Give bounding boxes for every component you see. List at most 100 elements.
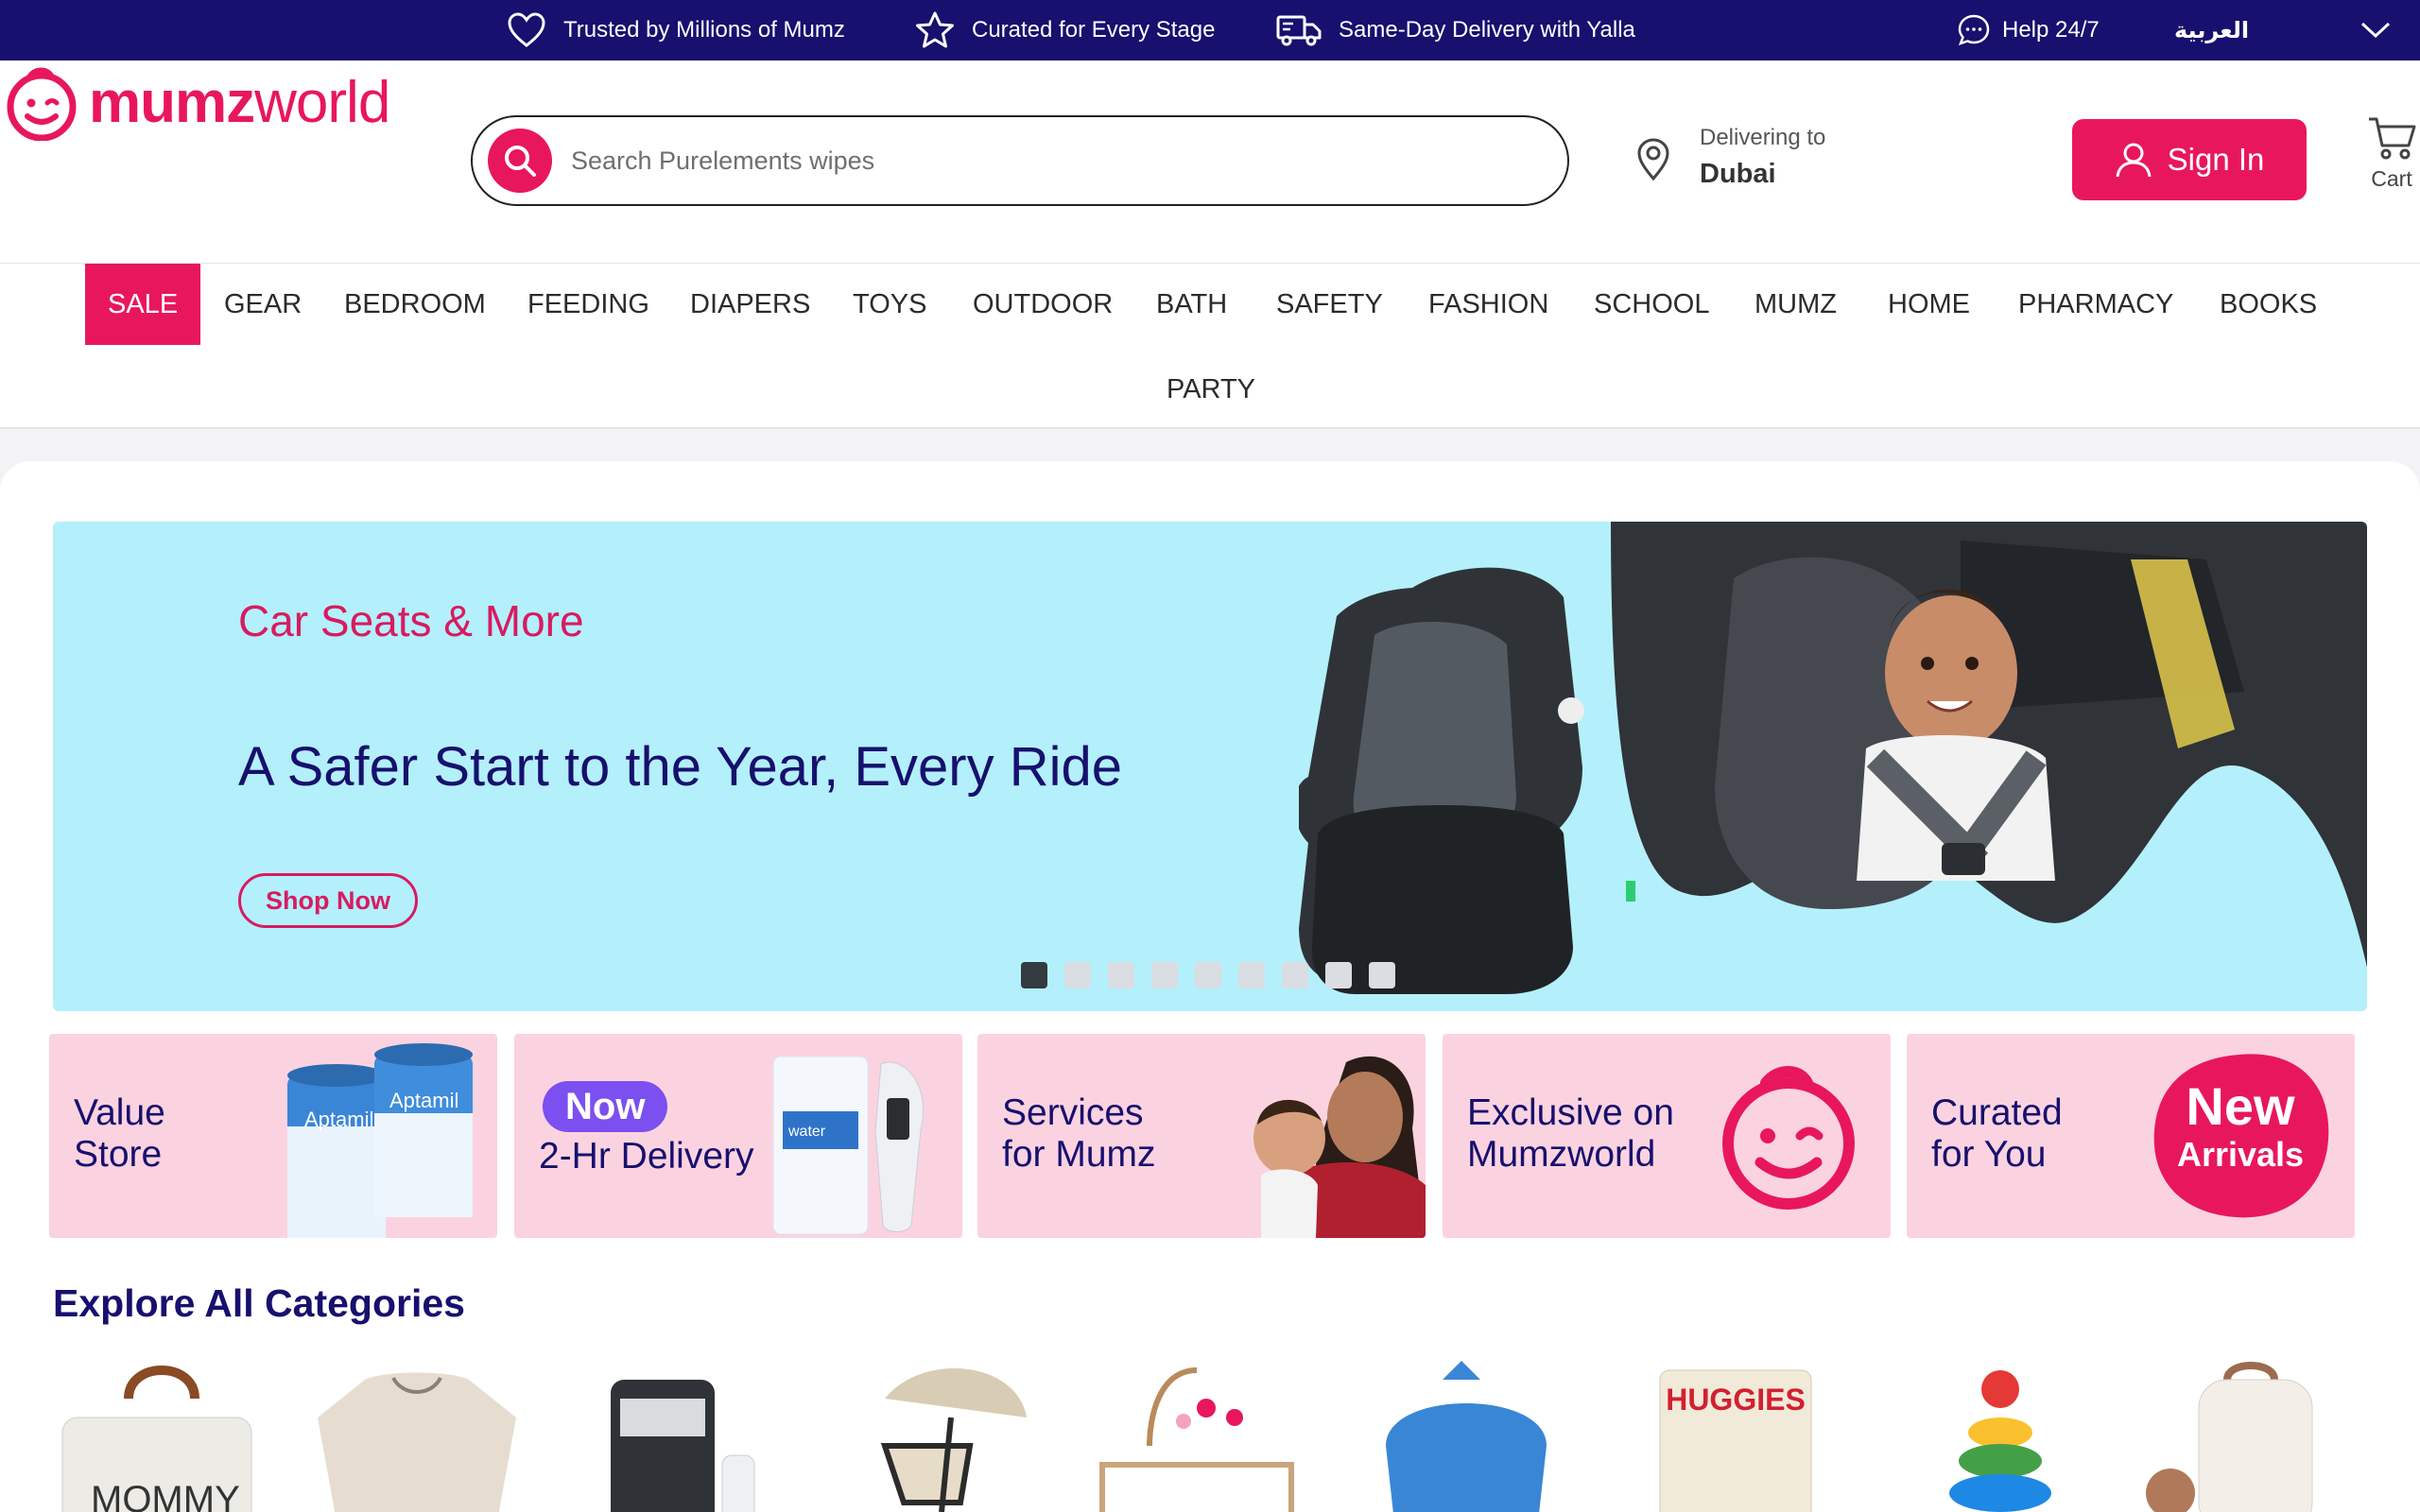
delivery-badge: Same-Day Delivery with Yalla	[1276, 0, 1635, 60]
help-label: Help 24/7	[2002, 17, 2100, 43]
mother-baby-image	[1253, 1056, 1426, 1238]
svg-text:water: water	[787, 1124, 826, 1140]
heart-icon	[508, 12, 545, 47]
carousel-dot-8[interactable]	[1325, 962, 1352, 988]
search-bar	[471, 115, 1569, 206]
curated-badge-label: Curated for Every Stage	[972, 17, 1216, 43]
svg-text:MOMMY: MOMMY	[91, 1479, 240, 1512]
carousel-dot-7[interactable]	[1282, 962, 1308, 988]
category-crib-mobile-image[interactable]	[1093, 1361, 1310, 1512]
promo-value-store[interactable]: Value Store Aptamil Aptamil	[49, 1034, 497, 1238]
language-switch[interactable]: العربية	[2174, 0, 2249, 60]
carousel-dot-3[interactable]	[1108, 962, 1134, 988]
search-input[interactable]	[571, 117, 1535, 204]
promo-label: Curated for You	[1931, 1092, 2063, 1175]
trust-badge-label: Trusted by Millions of Mumz	[563, 17, 845, 43]
smiley-brand-icon	[1722, 1066, 1855, 1210]
wipes-thermometer-image: water	[772, 1056, 925, 1235]
promo-curated-for-you[interactable]: Curated for You New Arrivals	[1907, 1034, 2355, 1238]
category-stroller-image[interactable]	[828, 1361, 1046, 1512]
nav-item-diapers[interactable]: DIAPERS	[690, 264, 810, 345]
nav-item-outdoor[interactable]: OUTDOOR	[973, 264, 1113, 345]
nav-item-pharmacy[interactable]: PHARMACY	[2018, 264, 2173, 345]
svg-text:Arrivals: Arrivals	[2177, 1135, 2304, 1174]
shop-now-button[interactable]: Shop Now	[238, 873, 418, 928]
nav-item-home[interactable]: HOME	[1888, 264, 1970, 345]
promo-label: 2-Hr Delivery	[539, 1136, 754, 1177]
top-announcement-bar: Trusted by Millions of Mumz Curated for …	[0, 0, 2420, 60]
trust-badge: Trusted by Millions of Mumz	[507, 0, 845, 60]
nav-item-bedroom[interactable]: BEDROOM	[344, 264, 486, 345]
category-nav: SALE GEAR BEDROOM FEEDING DIAPERS TOYS O…	[0, 263, 2420, 429]
now-badge: Now	[543, 1081, 668, 1132]
category-diapers-image[interactable]: HUGGIES	[1622, 1361, 1840, 1512]
hero-title: A Safer Start to the Year, Every Ride	[238, 736, 1122, 798]
svg-text:HUGGIES: HUGGIES	[1666, 1383, 1806, 1417]
smiley-logo-icon	[7, 67, 77, 141]
promo-tiles: Value Store Aptamil Aptamil Now 2-Hr Del…	[49, 1034, 2356, 1238]
promo-2hr-delivery[interactable]: Now 2-Hr Delivery water	[514, 1034, 962, 1238]
search-button[interactable]	[488, 129, 552, 193]
nav-item-school[interactable]: SCHOOL	[1594, 264, 1709, 345]
promo-services-for-mumz[interactable]: Services for Mumz	[977, 1034, 1426, 1238]
search-icon	[505, 146, 536, 177]
promo-label: Exclusive on Mumzworld	[1467, 1092, 1674, 1175]
promo-label: Services for Mumz	[1002, 1092, 1156, 1175]
new-arrivals-badge: New Arrivals	[2153, 1054, 2329, 1218]
cart-button[interactable]: Cart	[2363, 115, 2420, 192]
nav-item-gear[interactable]: GEAR	[224, 264, 302, 345]
topbar-expand-button[interactable]	[2360, 0, 2409, 60]
cart-icon	[2369, 117, 2416, 160]
category-formula-maker-image[interactable]	[563, 1361, 781, 1512]
carousel-dot-4[interactable]	[1151, 962, 1178, 988]
carousel-dot-9[interactable]	[1369, 962, 1395, 988]
nav-item-safety[interactable]: SAFETY	[1276, 264, 1383, 345]
category-backpack-image[interactable]	[2133, 1361, 2350, 1512]
svg-text:Aptamil: Aptamil	[389, 1089, 458, 1112]
delivery-label: Delivering to	[1700, 125, 1826, 150]
promo-label: Value Store	[74, 1092, 165, 1175]
sign-in-label: Sign In	[2167, 142, 2265, 177]
category-bag-image[interactable]: MOMMY	[53, 1361, 270, 1512]
chat-icon	[1958, 14, 1990, 46]
carousel-dot-1[interactable]	[1021, 962, 1047, 988]
delivery-city: Dubai	[1700, 159, 1776, 189]
curated-badge: Curated for Every Stage	[915, 0, 1215, 60]
carousel-dots	[1021, 962, 1412, 988]
carousel-dot-6[interactable]	[1238, 962, 1265, 988]
promo-exclusive-on-mumzworld[interactable]: Exclusive on Mumzworld	[1443, 1034, 1891, 1238]
nav-item-books[interactable]: BOOKS	[2220, 264, 2317, 345]
nav-item-mumz[interactable]: MUMZ	[1754, 264, 1837, 345]
logo-wordmark: mumzworld	[89, 70, 390, 135]
cart-label: Cart	[2371, 166, 2412, 191]
sign-in-button[interactable]: Sign In	[2072, 119, 2307, 200]
svg-text:Aptamil: Aptamil	[304, 1108, 373, 1131]
hero-banner[interactable]: Car Seats & More A Safer Start to the Ye…	[53, 522, 2367, 1011]
truck-icon	[1276, 15, 1322, 46]
user-icon	[2116, 143, 2152, 178]
help-link[interactable]: Help 24/7	[1957, 0, 2100, 60]
nav-item-feeding[interactable]: FEEDING	[527, 264, 649, 345]
category-sweater-image[interactable]	[308, 1361, 526, 1512]
location-pin-icon	[1637, 138, 1669, 181]
nav-item-party[interactable]: PARTY	[1167, 349, 1255, 430]
category-stacking-toy-image[interactable]	[1887, 1361, 2104, 1512]
nav-item-bath[interactable]: BATH	[1156, 264, 1227, 345]
category-bath-tub-image[interactable]	[1357, 1361, 1575, 1512]
delivery-badge-label: Same-Day Delivery with Yalla	[1339, 17, 1635, 43]
site-logo[interactable]: mumzworld	[4, 60, 390, 146]
formula-cans-image: Aptamil Aptamil	[287, 1043, 473, 1238]
language-label: العربية	[2174, 17, 2250, 43]
category-carousel: MOMMY HUGGIES	[53, 1361, 2367, 1512]
nav-item-sale[interactable]: SALE	[85, 264, 201, 345]
svg-text:New: New	[2186, 1076, 2295, 1136]
nav-item-toys[interactable]: TOYS	[853, 264, 926, 345]
chevron-down-icon	[2360, 22, 2391, 39]
hero-eyebrow: Car Seats & More	[238, 596, 584, 645]
categories-section-title: Explore All Categories	[53, 1281, 465, 1325]
nav-item-fashion[interactable]: FASHION	[1428, 264, 1548, 345]
star-icon	[916, 11, 954, 48]
car-seat-hero-image	[1299, 522, 2367, 994]
carousel-dot-2[interactable]	[1064, 962, 1091, 988]
carousel-dot-5[interactable]	[1195, 962, 1221, 988]
